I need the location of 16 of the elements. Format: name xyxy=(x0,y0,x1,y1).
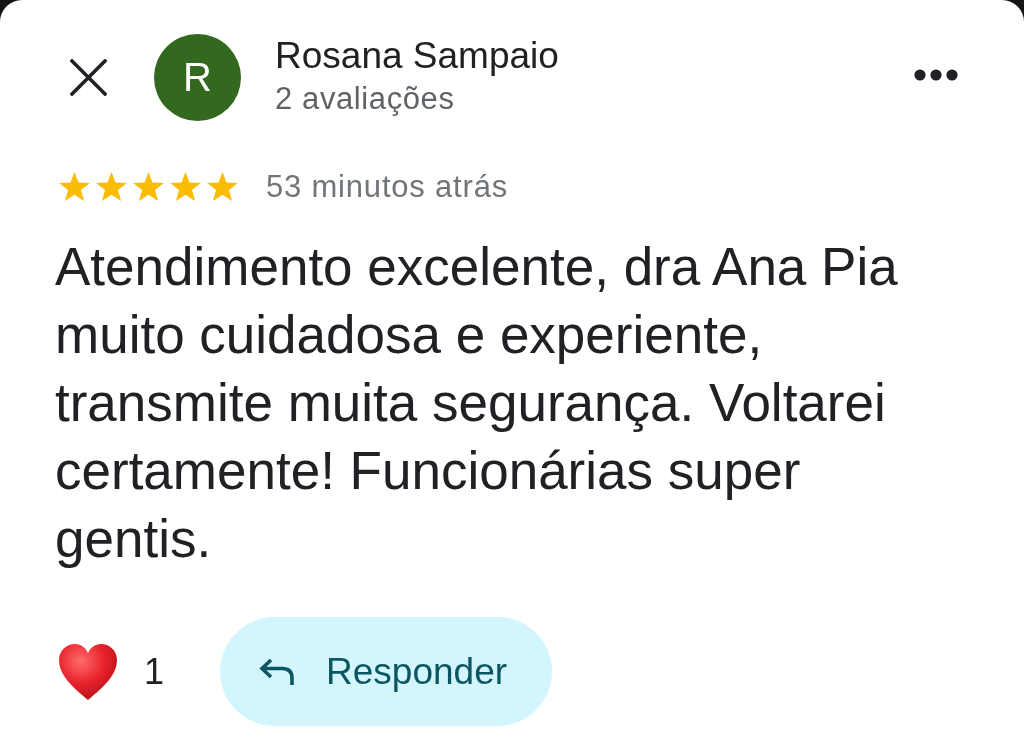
avatar: R xyxy=(154,33,241,121)
review-text: Atendimento excelente, dra Ana Pia muito cuidadosa e experiente, transmite muita segurança. Voltarei certamente! Funcionárias super gentis. xyxy=(55,236,899,570)
reply-arrow-icon xyxy=(259,657,297,686)
reply-button[interactable]: Responder xyxy=(220,617,553,726)
reviewer-name: Rosana Sampaio xyxy=(275,35,559,77)
review-count: 2 avaliações xyxy=(275,80,455,118)
review-time: 53 minutos atrás xyxy=(266,169,508,205)
reaction-count: 1 xyxy=(144,650,165,693)
more-icon[interactable] xyxy=(914,69,958,81)
star-icon xyxy=(95,171,128,203)
heart-icon[interactable] xyxy=(58,642,118,701)
star-icon xyxy=(132,171,165,203)
star-icon xyxy=(169,171,202,203)
close-icon[interactable] xyxy=(70,58,107,96)
star-icon xyxy=(58,171,91,203)
star-icon xyxy=(206,171,239,203)
